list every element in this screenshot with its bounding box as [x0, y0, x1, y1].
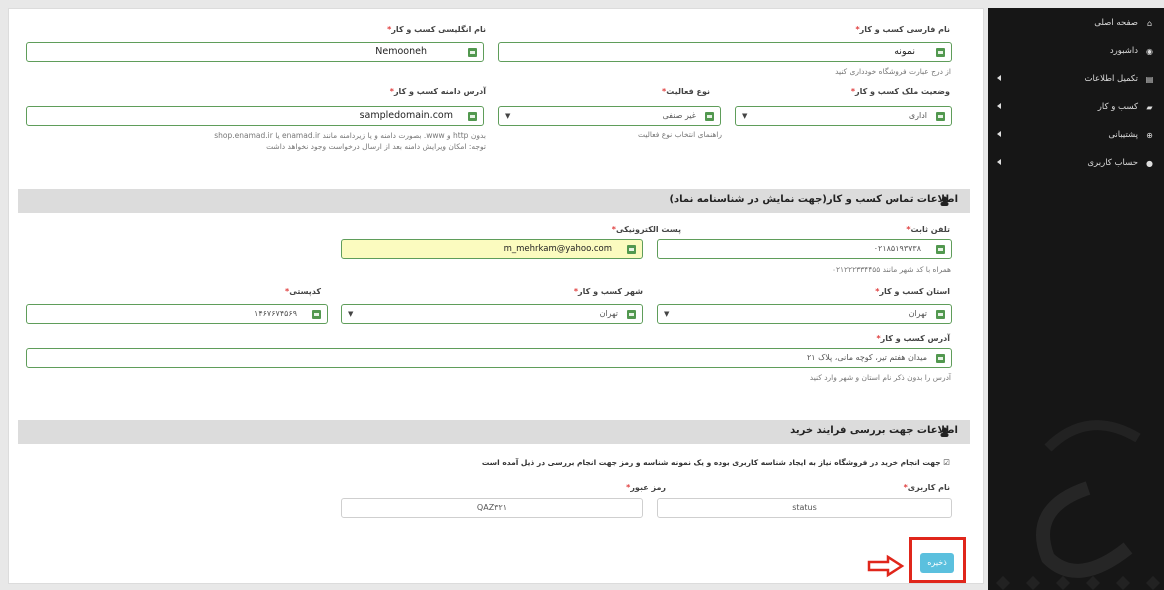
phone-label: تلفن ثابت*	[906, 225, 950, 234]
province-select[interactable]: تهران ▼	[657, 304, 952, 324]
sidebar-item-dashboard[interactable]: ◉ داشبورد	[989, 45, 1154, 61]
dropdown-caret-icon: ▼	[348, 310, 354, 318]
city-label: شهر کسب و کار*	[573, 287, 643, 296]
valid-check-icon	[936, 112, 945, 121]
purchase-note: ☑ جهت انجام خرید در فروشگاه نیاز به ایجا…	[481, 458, 950, 467]
sidebar-item-label: کسب و کار	[1097, 102, 1138, 112]
sidebar-item-complete-info[interactable]: ▤ تکمیل اطلاعات	[989, 73, 1154, 89]
password-label: رمز عبور*	[626, 483, 666, 492]
valid-check-icon	[627, 310, 636, 319]
sidebar-item-label: پشتیبانی	[1108, 130, 1138, 140]
checkbox-icon: ☑	[940, 458, 950, 467]
city-select[interactable]: تهران ▼	[341, 304, 643, 324]
dropdown-caret-icon: ▼	[664, 310, 670, 318]
user-icon: ●	[1146, 159, 1153, 168]
address-label: آدرس کسب و کار*	[876, 334, 950, 343]
username-label: نام کاربری*	[903, 483, 950, 492]
username-input[interactable]: status	[657, 498, 952, 518]
domain-edit-warning: توجه: امکان ویرایش دامنه بعد از ارسال در…	[266, 142, 486, 151]
english-name-label: نام انگلیسی کسب و کار*	[387, 25, 486, 34]
province-label: استان کسب و کار*	[875, 287, 950, 296]
folder-icon: ▰	[1146, 103, 1153, 112]
sidebar-item-support[interactable]: ⊕ پشتیبانی	[989, 129, 1154, 145]
valid-check-icon	[627, 245, 636, 254]
valid-check-icon	[468, 48, 477, 57]
save-button[interactable]: ذخیره	[920, 553, 954, 573]
email-label: پست الکترونیکی*	[611, 225, 681, 234]
chevron-left-icon	[997, 131, 1001, 137]
english-name-input[interactable]: Nemooneh	[26, 42, 484, 62]
valid-check-icon	[936, 354, 945, 363]
activity-type-select[interactable]: غیر صنفی ▼	[498, 106, 721, 126]
dashboard-icon: ◉	[1146, 47, 1153, 56]
sidebar-item-label: داشبورد	[1109, 46, 1138, 56]
sidebar-item-label: حساب کاربری	[1087, 158, 1138, 168]
address-help: آدرس را بدون ذکر نام استان و شهر وارد کن…	[809, 373, 951, 382]
chevron-left-icon	[997, 103, 1001, 109]
phone-input[interactable]: ۰۲۱۸۵۱۹۳۷۳۸	[657, 239, 952, 259]
address-input[interactable]: میدان هفتم تیر، کوچه مانی، پلاک ۲۱	[26, 348, 952, 368]
chevron-left-icon	[997, 75, 1001, 81]
contact-section-header: اطلاعات تماس کسب و کار(جهت نمایش در شناس…	[18, 189, 970, 213]
valid-check-icon	[936, 310, 945, 319]
ownership-select[interactable]: اداری ▼	[735, 106, 952, 126]
arrow-right-icon	[867, 554, 905, 578]
persian-name-label: نام فارسی کسب و کار*	[855, 25, 950, 34]
postal-code-label: کدپستی*	[285, 287, 321, 296]
chevron-left-icon	[997, 159, 1001, 165]
dropdown-caret-icon: ▼	[742, 112, 748, 120]
phone-help: همراه با کد شهر مانند ۰۲۱۲۲۲۳۳۴۴۵۵	[831, 265, 951, 274]
home-icon: ⌂	[1146, 19, 1153, 28]
contact-section-title: اطلاعات تماس کسب و کار(جهت نمایش در شناس…	[669, 194, 958, 205]
domain-help: بدون http و www. بصورت دامنه و یا زیردام…	[214, 131, 486, 140]
purchase-section-header: اطلاعات جهت بررسی فرایند خرید	[18, 420, 970, 444]
user-icon	[940, 427, 949, 437]
email-input[interactable]: m_mehrkam@yahoo.com	[341, 239, 643, 259]
sidebar: ⌂ صفحه اصلی ◉ داشبورد ▤ تکمیل اطلاعات ▰ …	[988, 8, 1164, 590]
password-input[interactable]: QAZ۳۲۱	[341, 498, 643, 518]
persian-name-input[interactable]: نمونه	[498, 42, 952, 62]
sidebar-watermark-logo	[995, 420, 1161, 590]
postal-code-input[interactable]: ۱۴۶۷۶۷۴۵۶۹	[26, 304, 328, 324]
sidebar-item-label: صفحه اصلی	[1094, 18, 1138, 28]
valid-check-icon	[468, 112, 477, 121]
domain-label: آدرس دامنه کسب و کار*	[389, 87, 486, 96]
valid-check-icon	[705, 112, 714, 121]
sidebar-item-label: تکمیل اطلاعات	[1084, 74, 1138, 84]
purchase-section-title: اطلاعات جهت بررسی فرایند خرید	[790, 425, 958, 436]
ownership-label: وضعیت ملک کسب و کار*	[850, 87, 950, 96]
sidebar-item-account[interactable]: ● حساب کاربری	[989, 157, 1154, 173]
valid-check-icon	[936, 48, 945, 57]
user-icon	[948, 190, 956, 199]
sidebar-item-home[interactable]: ⌂ صفحه اصلی	[989, 17, 1154, 33]
activity-type-label: نوع فعالیت*	[662, 87, 710, 96]
form-icon: ▤	[1145, 75, 1154, 84]
valid-check-icon	[312, 310, 321, 319]
activity-type-help-link[interactable]: راهنمای انتخاب نوع فعالیت	[638, 130, 722, 139]
sidebar-item-business[interactable]: ▰ کسب و کار	[989, 101, 1154, 117]
domain-input[interactable]: sampledomain.com	[26, 106, 484, 126]
user-icon	[940, 196, 949, 206]
dropdown-caret-icon: ▼	[505, 112, 511, 120]
valid-check-icon	[936, 245, 945, 254]
persian-name-help: از درج عبارت فروشگاه خودداری کنید	[835, 67, 951, 76]
lifebuoy-icon: ⊕	[1146, 131, 1153, 140]
